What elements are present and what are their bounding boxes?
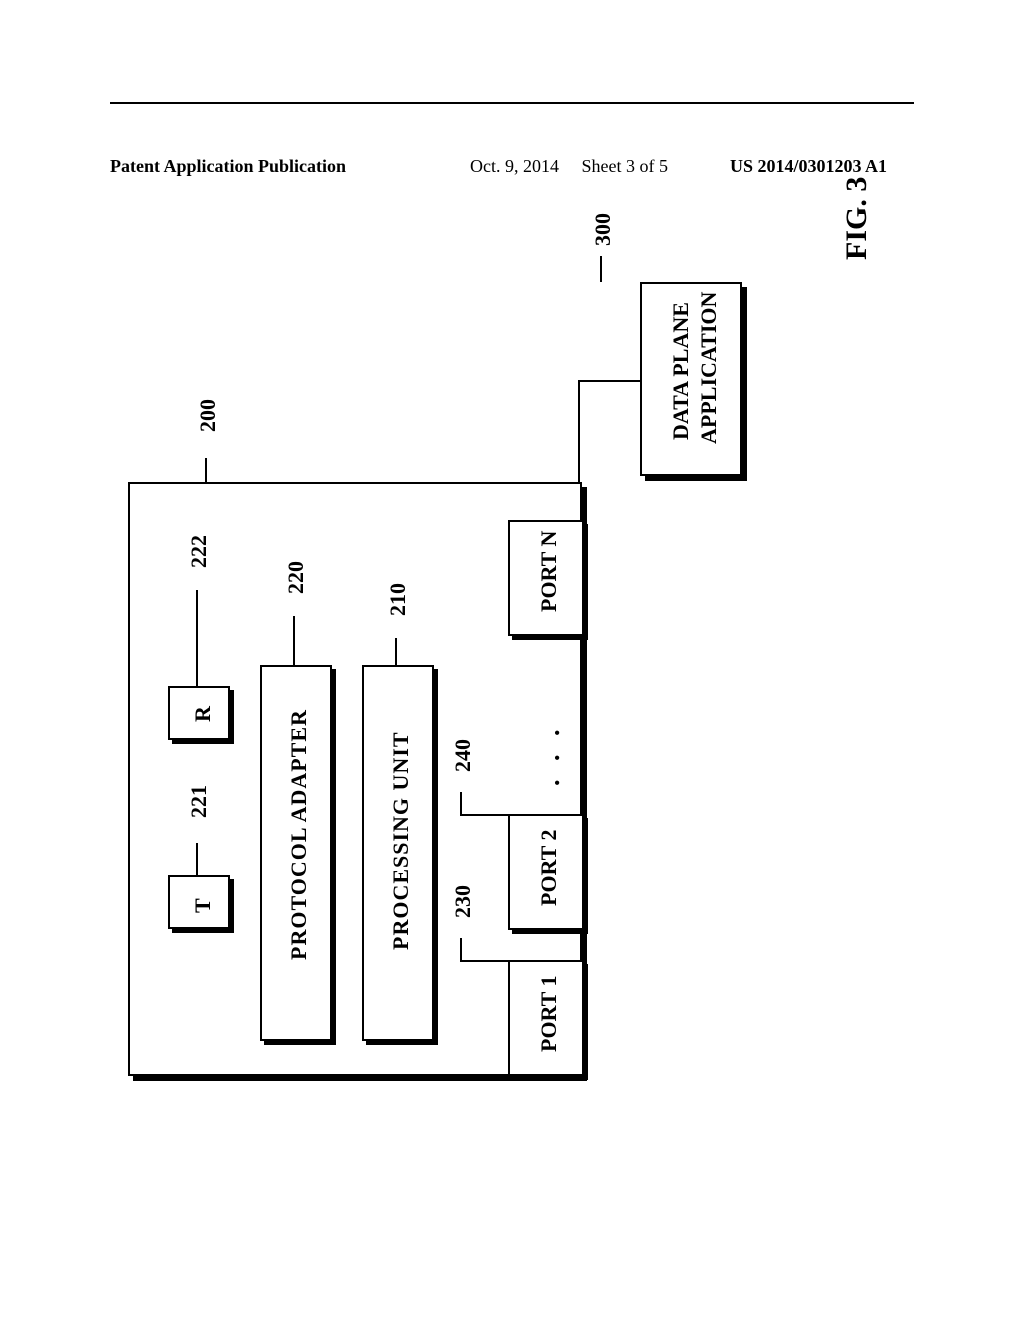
connector-200-to-300 bbox=[578, 380, 580, 482]
leader-230-v bbox=[460, 938, 462, 960]
callout-300: 300 bbox=[590, 213, 616, 246]
header-sheet: Sheet 3 of 5 bbox=[582, 156, 668, 176]
label-port-1: PORT 1 bbox=[536, 976, 562, 1052]
header-left: Patent Application Publication bbox=[110, 156, 346, 177]
port-ellipsis: . . . bbox=[536, 724, 566, 787]
figure-label: FIG. 3 bbox=[840, 177, 874, 260]
header-rule bbox=[110, 102, 914, 104]
leader-220 bbox=[293, 616, 295, 666]
label-data-plane: DATA PLANE bbox=[668, 302, 694, 440]
callout-240: 240 bbox=[450, 739, 476, 772]
label-processing-unit: PROCESSING UNIT bbox=[388, 731, 414, 950]
leader-300 bbox=[600, 256, 602, 282]
leader-230 bbox=[460, 960, 508, 962]
leader-240-v bbox=[460, 792, 462, 814]
label-protocol-adapter: PROTOCOL ADAPTER bbox=[286, 709, 312, 960]
header-date: Oct. 9, 2014 bbox=[470, 156, 559, 176]
callout-200: 200 bbox=[195, 399, 221, 432]
leader-240 bbox=[460, 814, 508, 816]
label-port-n: PORT N bbox=[536, 531, 562, 612]
label-t: T bbox=[190, 898, 216, 913]
callout-222: 222 bbox=[186, 535, 212, 568]
leader-200 bbox=[205, 458, 207, 482]
connector-300-h bbox=[578, 380, 640, 382]
page: Patent Application Publication Oct. 9, 2… bbox=[0, 0, 1024, 1320]
label-r: R bbox=[190, 706, 216, 722]
header-pubno: US 2014/0301203 A1 bbox=[730, 156, 887, 177]
leader-210 bbox=[395, 638, 397, 666]
leader-221 bbox=[196, 843, 198, 875]
header-date-sheet: Oct. 9, 2014 Sheet 3 of 5 bbox=[470, 156, 668, 177]
callout-230: 230 bbox=[450, 885, 476, 918]
label-application: APPLICATION bbox=[696, 292, 722, 444]
callout-221: 221 bbox=[186, 785, 212, 818]
label-port-2: PORT 2 bbox=[536, 830, 562, 906]
leader-222 bbox=[196, 590, 198, 686]
callout-210: 210 bbox=[385, 583, 411, 616]
callout-220: 220 bbox=[283, 561, 309, 594]
